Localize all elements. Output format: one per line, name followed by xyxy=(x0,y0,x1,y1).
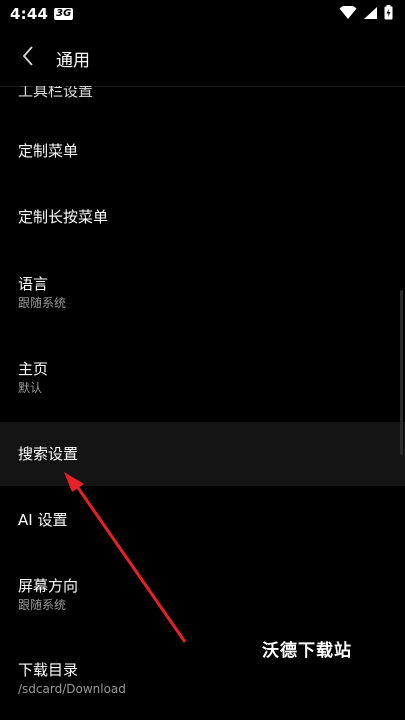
list-item-search-settings[interactable]: 搜索设置 xyxy=(0,422,405,486)
list-item-download-directory[interactable]: 下载目录 /sdcard/Download xyxy=(0,660,405,698)
list-item-label: 下载目录 xyxy=(18,661,79,679)
scrollbar[interactable] xyxy=(400,290,403,455)
page-title: 通用 xyxy=(56,50,90,71)
list-item-custom-menu[interactable]: 定制菜单 xyxy=(0,141,405,161)
status-right xyxy=(339,4,393,24)
list-item-screen-orientation[interactable]: 屏幕方向 跟随系统 xyxy=(0,576,405,614)
partial-list-item-toolbar[interactable]: 工具栏设置 xyxy=(18,86,93,101)
list-item-homepage[interactable]: 主页 默认 xyxy=(0,359,405,397)
sim-badge: 3G xyxy=(54,8,74,20)
status-left: 4:44 3G xyxy=(10,5,74,23)
list-item-label: 主页 xyxy=(18,360,49,378)
list-item-language[interactable]: 语言 跟随系统 xyxy=(0,274,405,312)
app-bar: 通用 xyxy=(0,30,405,87)
list-item-sublabel: 跟随系统 xyxy=(18,598,67,612)
list-item-custom-longpress-menu[interactable]: 定制长按菜单 xyxy=(0,207,405,227)
wifi-icon xyxy=(339,4,357,24)
status-bar: 4:44 3G xyxy=(0,0,405,28)
list-item-label: 定制长按菜单 xyxy=(18,208,109,226)
list-item-ai-settings[interactable]: AI 设置 xyxy=(0,510,405,530)
settings-list: 工具栏设置 定制菜单 定制长按菜单 语言 跟随系统 主页 默认 搜索设置 AI … xyxy=(0,86,405,720)
watermark: 沃德下载站 xyxy=(262,641,352,661)
list-item-label: 搜索设置 xyxy=(18,445,79,463)
list-item-label: 定制菜单 xyxy=(18,142,79,160)
list-item-sublabel: 跟随系统 xyxy=(18,296,67,310)
list-item-label: 语言 xyxy=(18,275,49,293)
back-button[interactable] xyxy=(0,30,56,86)
list-item-label: AI 设置 xyxy=(18,511,68,529)
battery-charging-icon xyxy=(384,4,393,24)
signal-icon xyxy=(363,5,378,24)
status-time: 4:44 xyxy=(10,5,49,23)
list-item-sublabel: 默认 xyxy=(18,381,43,395)
list-item-label: 屏幕方向 xyxy=(18,577,79,595)
chevron-left-icon xyxy=(21,45,35,71)
list-item-sublabel: /sdcard/Download xyxy=(18,682,126,696)
